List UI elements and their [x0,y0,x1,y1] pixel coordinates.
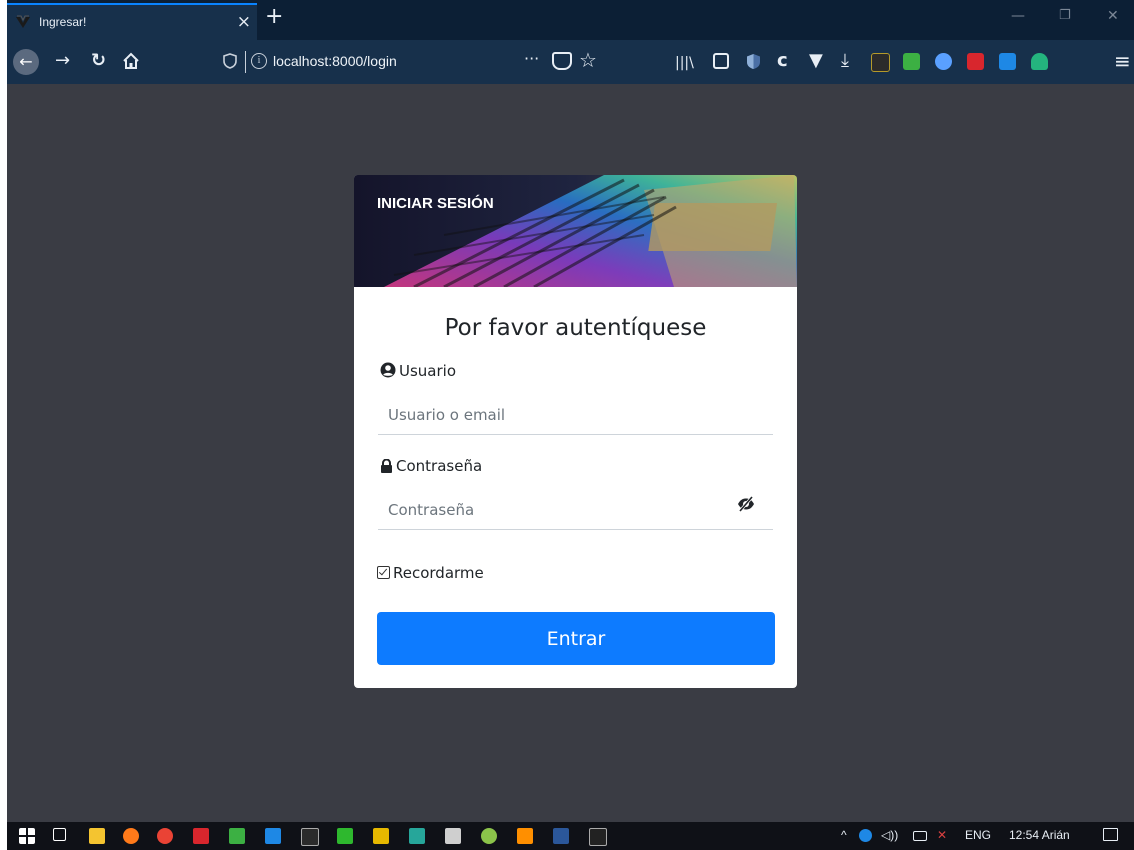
minimize-icon[interactable]: — [1011,8,1025,24]
login-card: INICIAR SESIÓN Por favor autentíquese Us… [354,175,797,688]
app-triangle-icon[interactable] [337,828,353,844]
notifications-icon[interactable] [1103,828,1118,841]
username-label: Usuario [380,362,456,380]
url-bar[interactable]: i localhost:8000/login ··· ☆ [219,47,597,77]
app-network-icon[interactable] [445,828,461,844]
reload-icon[interactable]: ↻ [91,50,106,72]
urlbar-divider [245,51,246,73]
site-info-icon[interactable]: i [251,53,267,69]
nav-toolbar: ← → ↻ i localhost:8000/login ··· ☆ |||\ … [7,40,1134,84]
file-explorer-icon[interactable] [89,828,105,844]
clock[interactable]: 12:54 Arián [1009,828,1070,842]
page-actions-icon[interactable]: ··· [524,49,539,68]
remember-label: Recordarme [393,564,484,582]
username-input[interactable] [378,395,773,435]
user-circle-icon [380,362,396,378]
app-orange-icon[interactable] [517,828,533,844]
home-icon[interactable] [122,52,140,70]
word-icon[interactable] [553,828,569,844]
menu-icon[interactable]: ≡ [1114,49,1131,73]
password-label: Contraseña [380,457,482,475]
card-header: INICIAR SESIÓN [354,175,797,287]
extension-s-icon[interactable] [999,53,1016,70]
extension-blue-circle-icon[interactable] [935,53,952,70]
bookmark-star-icon[interactable]: ☆ [579,48,597,72]
tray-chevron-icon[interactable]: ^ [841,828,847,842]
password-label-text: Contraseña [396,457,483,475]
new-tab-button[interactable]: + [265,4,283,30]
powershell-icon[interactable] [301,828,319,846]
url-text[interactable]: localhost:8000/login [273,53,397,69]
back-button[interactable]: ← [13,49,39,75]
extension-red-icon[interactable] [967,53,984,70]
app-red-icon[interactable] [193,828,209,844]
window-close-icon[interactable]: ✕ [1107,8,1119,24]
lock-icon [381,458,392,473]
sidebar-icon[interactable] [713,53,729,69]
task-view-icon[interactable] [53,828,66,841]
privacy-shield-icon[interactable] [745,53,762,70]
vscode-icon[interactable] [265,828,281,844]
eye-slash-icon[interactable] [737,496,755,512]
remember-me[interactable]: Recordarme [377,564,484,582]
ccleaner-icon[interactable]: c [777,50,788,72]
windows-taskbar: ^ ◁)) ✕ ENG 12:54 Arián [7,822,1134,850]
tab-close-icon[interactable]: × [237,11,251,33]
downloads-icon[interactable]: ⤓ [841,50,849,72]
site-favicon-icon [16,15,30,28]
windows-start-icon[interactable] [19,828,35,844]
language-indicator[interactable]: ENG [965,828,991,842]
chrome-icon[interactable] [157,828,173,844]
login-submit-button[interactable]: Entrar [377,612,775,665]
laptop-keyboard-image [354,175,797,287]
app-lime-icon[interactable] [481,828,497,844]
network-icon[interactable]: ✕ [937,828,947,842]
browser-window: Ingresar! × + — ❐ ✕ ← → ↻ i localhost:80… [7,0,1134,850]
tray-app-icon[interactable] [859,829,872,842]
restore-icon[interactable]: ❐ [1059,8,1071,23]
tab-ingresar[interactable]: Ingresar! × [7,3,257,40]
library-icon[interactable]: |||\ [675,52,694,74]
extension-notification-icon[interactable] [1031,53,1048,70]
password-input[interactable] [378,490,773,530]
remember-checkbox[interactable] [377,566,390,579]
tab-title: Ingresar! [39,15,87,29]
cmd-icon[interactable] [589,828,607,846]
firefox-icon[interactable] [123,828,139,844]
app-teal-icon[interactable] [409,828,425,844]
tracking-shield-icon[interactable] [223,53,237,69]
username-label-text: Usuario [399,362,457,380]
app-green-icon[interactable] [229,828,245,844]
extension-green-icon[interactable] [903,53,920,70]
card-title: INICIAR SESIÓN [377,195,494,212]
page-heading: Por favor autentíquese [444,315,707,341]
extension-owl-icon[interactable] [871,53,890,72]
vue-devtools-icon[interactable]: ▼ [809,50,823,72]
battery-icon[interactable] [913,831,927,841]
pocket-icon[interactable] [552,52,572,70]
forward-icon[interactable]: → [55,50,70,72]
app-grid-icon[interactable] [373,828,389,844]
tab-strip: Ingresar! × + — ❐ ✕ [7,0,1134,40]
volume-icon[interactable]: ◁)) [881,828,898,842]
